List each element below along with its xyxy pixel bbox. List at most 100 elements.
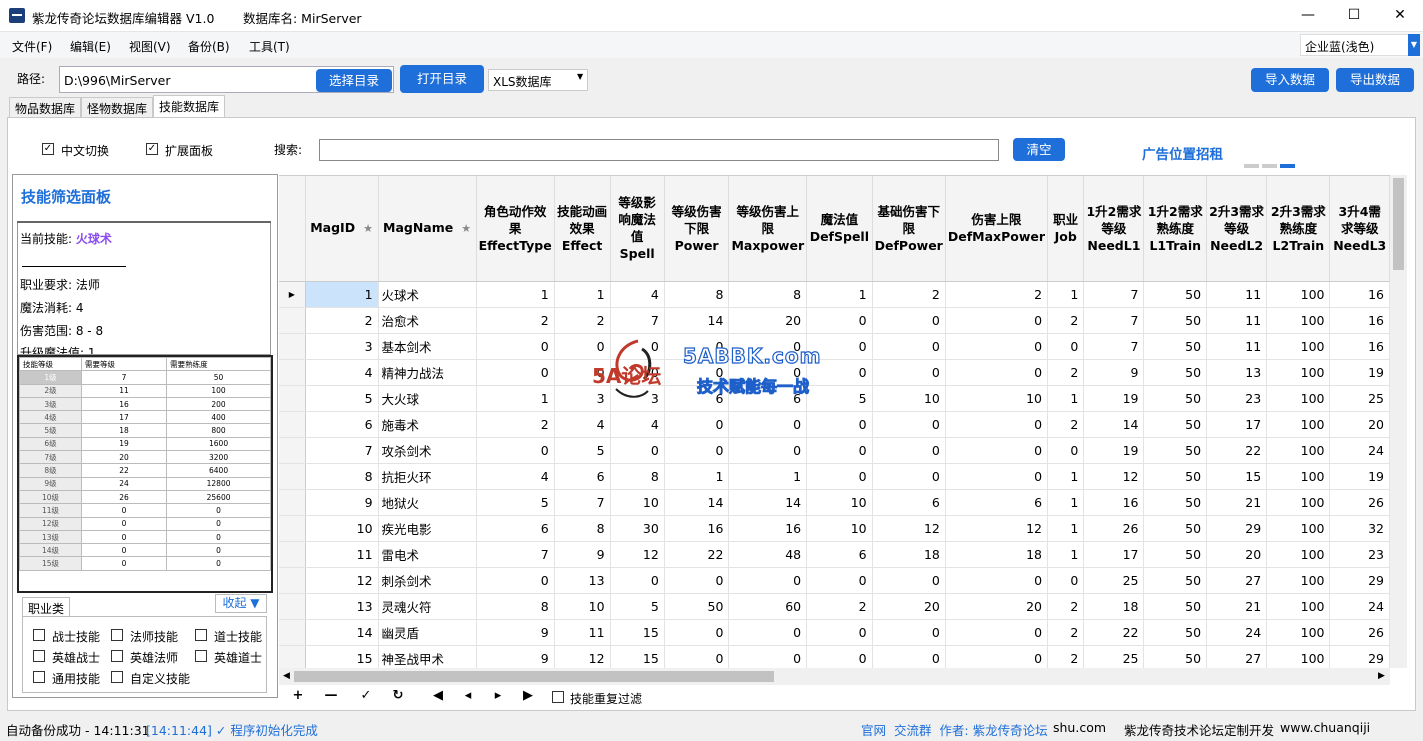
level-row[interactable]: 4级 17 400 (19, 410, 271, 425)
table-cell[interactable]: 16 (728, 515, 808, 542)
row-header[interactable] (279, 333, 306, 360)
close-button[interactable]: ✕ (1377, 0, 1423, 31)
table-cell[interactable]: 22 (664, 541, 730, 568)
table-cell[interactable]: 5 (305, 385, 379, 412)
choose-directory-button[interactable]: 选择目录 (316, 69, 392, 92)
skill-name-cell[interactable]: 幽灵盾 (378, 619, 477, 646)
table-cell[interactable]: 50 (1143, 619, 1208, 646)
table-cell[interactable]: 23 (1206, 385, 1268, 412)
column-header[interactable]: 2升3需求等级 NeedL2 (1206, 176, 1268, 282)
table-cell[interactable]: 27 (1206, 645, 1268, 668)
level-row[interactable]: 2级 11 100 (19, 383, 271, 398)
table-cell[interactable]: 1 (305, 281, 379, 308)
job-class-checkbox[interactable] (195, 629, 207, 641)
skill-name-cell[interactable]: 抗拒火环 (378, 463, 477, 490)
table-cell[interactable]: 0 (872, 333, 946, 360)
scroll-right-icon[interactable]: ▶ (1378, 671, 1385, 681)
table-cell[interactable]: 0 (728, 619, 808, 646)
table-cell[interactable]: 0 (610, 567, 665, 594)
tab-job-class[interactable]: 职业类 (22, 597, 70, 617)
table-cell[interactable]: 4 (476, 463, 555, 490)
table-row[interactable]: 11 雷电术 7 9 12 22 48 6 18 18 1 17 50 20 100 23 (279, 541, 1390, 568)
table-row[interactable]: 6 施毒术 2 4 4 0 0 0 0 0 2 14 50 17 100 20 (279, 411, 1390, 438)
level-row[interactable]: 3级 16 200 (19, 396, 271, 412)
footer-site[interactable]: www.chuanqiji (1280, 720, 1370, 735)
table-cell[interactable]: 0 (1047, 333, 1085, 360)
table-cell[interactable]: 4 (554, 411, 611, 438)
job-class-checkbox[interactable] (195, 650, 207, 662)
table-cell[interactable]: 15 (610, 619, 665, 646)
column-header[interactable]: 1升2需求熟练度 L1Train (1143, 176, 1208, 282)
table-cell[interactable]: 14 (664, 489, 730, 516)
table-cell[interactable]: 50 (1143, 567, 1208, 594)
table-cell[interactable]: 2 (1047, 593, 1085, 620)
table-cell[interactable]: 0 (728, 567, 808, 594)
table-cell[interactable]: 1 (664, 463, 730, 490)
table-cell[interactable]: 7 (1083, 281, 1145, 308)
table-cell[interactable]: 26 (1329, 619, 1390, 646)
table-cell[interactable]: 7 (610, 307, 665, 334)
column-header[interactable]: MagName ★ (378, 176, 477, 282)
table-cell[interactable]: 50 (1143, 281, 1208, 308)
table-cell[interactable]: 18 (872, 541, 946, 568)
table-cell[interactable]: 19 (1083, 385, 1145, 412)
table-cell[interactable]: 0 (806, 567, 873, 594)
table-cell[interactable]: 10 (872, 385, 946, 412)
table-cell[interactable]: 7 (1083, 307, 1145, 334)
table-cell[interactable]: 7 (554, 489, 611, 516)
expand-panel-checkbox[interactable]: ✓ (146, 143, 158, 155)
table-cell[interactable]: 0 (872, 567, 946, 594)
table-cell[interactable]: 19 (1329, 359, 1390, 386)
clear-button[interactable]: 清空 (1013, 138, 1065, 161)
open-directory-button[interactable]: 打开目录 (400, 65, 484, 93)
table-cell[interactable]: 20 (1206, 541, 1268, 568)
database-type-select[interactable]: XLS数据库 (488, 69, 588, 91)
column-header[interactable]: 2升3需求熟练度 L2Train (1266, 176, 1331, 282)
job-class-checkbox[interactable] (33, 650, 45, 662)
table-cell[interactable]: 21 (1206, 593, 1268, 620)
table-cell[interactable]: 17 (1083, 541, 1145, 568)
table-cell[interactable]: 100 (1266, 333, 1331, 360)
table-row[interactable]: 12 刺杀剑术 0 13 0 0 0 0 0 0 0 25 50 27 100 29 (279, 567, 1390, 594)
table-row[interactable]: 8 抗拒火环 4 6 8 1 1 0 0 0 1 12 50 15 100 19 (279, 463, 1390, 490)
table-cell[interactable]: 10 (305, 515, 379, 542)
collapse-button[interactable]: 收起 ▼ (215, 594, 267, 613)
table-cell[interactable]: 0 (872, 463, 946, 490)
level-row[interactable]: 10级 26 25600 (19, 489, 271, 505)
table-cell[interactable]: 4 (610, 411, 665, 438)
table-cell[interactable]: 9 (554, 541, 611, 568)
table-cell[interactable]: 11 (554, 619, 611, 646)
table-cell[interactable]: 11 (305, 541, 379, 568)
table-cell[interactable]: 20 (1329, 411, 1390, 438)
carousel-dot[interactable] (1262, 164, 1277, 168)
row-header[interactable] (279, 489, 306, 516)
table-cell[interactable]: 6 (554, 463, 611, 490)
table-cell[interactable]: 2 (1047, 619, 1085, 646)
table-cell[interactable]: 0 (1047, 567, 1085, 594)
table-cell[interactable]: 12 (554, 645, 611, 668)
table-cell[interactable]: 100 (1266, 541, 1331, 568)
table-row[interactable]: 9 地狱火 5 7 10 14 14 10 6 6 1 16 50 21 100 26 (279, 489, 1390, 516)
level-row[interactable]: 13级 0 0 (19, 529, 271, 545)
table-cell[interactable]: 0 (945, 437, 1049, 464)
table-row[interactable]: 2 治愈术 2 2 7 14 20 0 0 0 2 7 50 11 100 16 (279, 307, 1390, 334)
table-cell[interactable]: 25 (1083, 567, 1145, 594)
table-cell[interactable]: 1 (476, 281, 555, 308)
table-cell[interactable]: 100 (1266, 281, 1331, 308)
level-row[interactable]: 12级 0 0 (19, 516, 271, 531)
table-cell[interactable]: 11 (1206, 307, 1268, 334)
table-cell[interactable]: 14 (728, 489, 808, 516)
table-cell[interactable]: 2 (1047, 411, 1085, 438)
table-cell[interactable]: 6 (476, 515, 555, 542)
column-header[interactable]: 等级影响魔法值 Spell (610, 176, 665, 282)
table-cell[interactable]: 2 (476, 307, 555, 334)
table-row[interactable]: 13 灵魂火符 8 10 5 50 60 2 20 20 2 18 50 21 100 24 (279, 593, 1390, 620)
table-cell[interactable]: 8 (664, 281, 730, 308)
table-cell[interactable]: 50 (1143, 489, 1208, 516)
table-cell[interactable]: 2 (806, 593, 873, 620)
table-cell[interactable]: 0 (945, 567, 1049, 594)
table-cell[interactable]: 7 (476, 541, 555, 568)
table-cell[interactable]: 5 (806, 385, 873, 412)
table-cell[interactable]: 9 (1083, 359, 1145, 386)
column-header[interactable]: 基础伤害下限 DefPower (872, 176, 946, 282)
